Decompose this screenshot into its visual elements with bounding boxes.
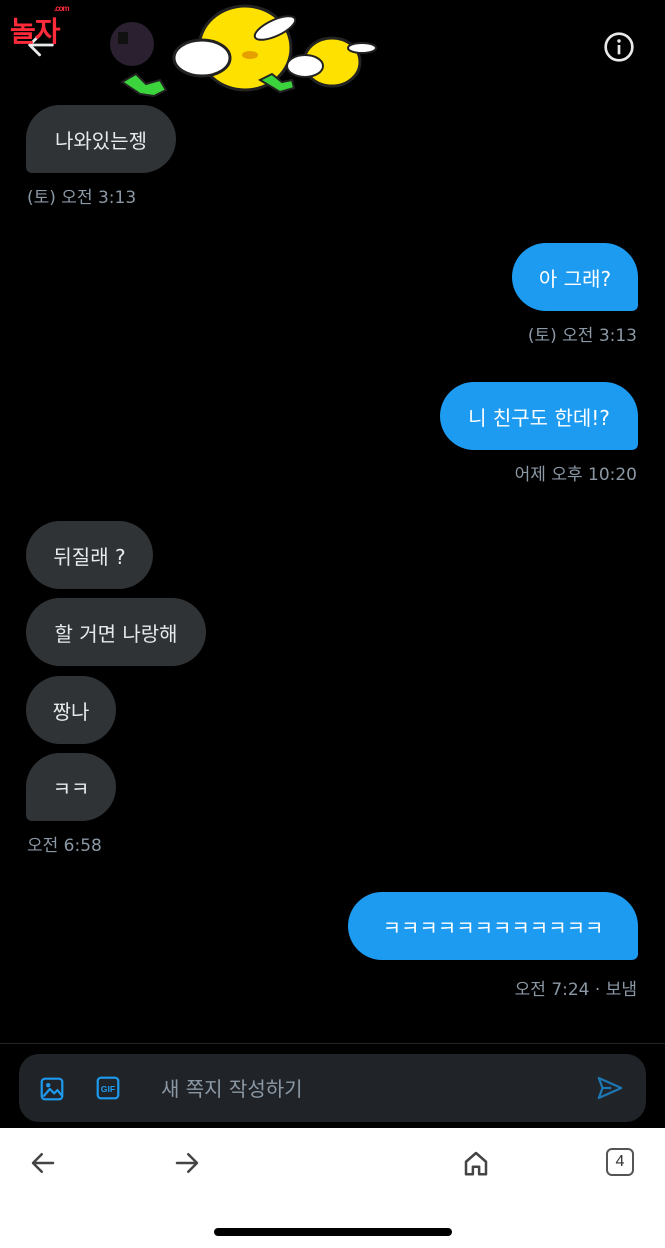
message-text: 아 그래?	[538, 266, 612, 291]
message-bubble-incoming[interactable]: 나와있는젱	[26, 105, 176, 173]
home-icon[interactable]	[461, 1148, 491, 1178]
image-icon[interactable]	[39, 1076, 65, 1102]
site-watermark: 놀자 .com	[10, 4, 70, 50]
message-bubble-outgoing[interactable]: 니 친구도 한데!?	[440, 382, 638, 450]
info-icon[interactable]	[603, 31, 635, 63]
message-text: 니 친구도 한데!?	[468, 405, 610, 430]
browser-back-icon[interactable]	[28, 1148, 58, 1178]
message-bubble-outgoing[interactable]: ㅋㅋㅋㅋㅋㅋㅋㅋㅋㅋㅋㅋ	[348, 892, 638, 960]
home-indicator	[214, 1228, 452, 1236]
divider	[0, 1043, 665, 1044]
conversation-header: 놀자 .com	[0, 0, 665, 98]
watermark-text: 놀자	[10, 16, 61, 47]
message-text: ㅋㅋㅋㅋㅋㅋㅋㅋㅋㅋㅋㅋ	[382, 915, 604, 940]
tab-count: 4	[615, 1153, 625, 1170]
browser-forward-icon[interactable]	[172, 1148, 202, 1178]
message-text: 짱나	[52, 699, 90, 724]
watermark-suffix: .com	[54, 4, 70, 13]
message-text: 나와있는젱	[55, 128, 147, 153]
gif-icon[interactable]: GIF	[95, 1075, 121, 1101]
message-bubble-incoming[interactable]: 할 거면 나랑해	[26, 598, 206, 666]
conversation-avatar[interactable]	[110, 0, 380, 115]
message-text: 할 거면 나랑해	[54, 621, 178, 646]
message-text: ㅋㅋ	[52, 776, 90, 801]
message-bubble-outgoing[interactable]: 아 그래?	[512, 243, 638, 311]
message-input[interactable]	[159, 1054, 583, 1124]
message-timestamp: 오전 7:24 · 보냄	[514, 980, 637, 1000]
message-timestamp: (토) 오전 3:13	[527, 326, 637, 346]
message-timestamp: 어제 오후 10:20	[514, 465, 637, 485]
message-timestamp: 오전 6:58	[27, 836, 102, 856]
tabs-button[interactable]: 4	[606, 1148, 634, 1176]
message-bubble-incoming[interactable]: 짱나	[26, 676, 116, 744]
svg-text:GIF: GIF	[101, 1084, 115, 1094]
message-composer: GIF	[19, 1054, 646, 1124]
send-icon[interactable]	[595, 1073, 625, 1103]
message-bubble-incoming[interactable]: 뒤질래 ?	[26, 521, 153, 589]
message-bubble-incoming[interactable]: ㅋㅋ	[26, 753, 116, 821]
message-text: 뒤질래 ?	[53, 544, 126, 569]
browser-toolbar: 4	[0, 1128, 665, 1248]
message-timestamp: (토) 오전 3:13	[27, 188, 137, 208]
